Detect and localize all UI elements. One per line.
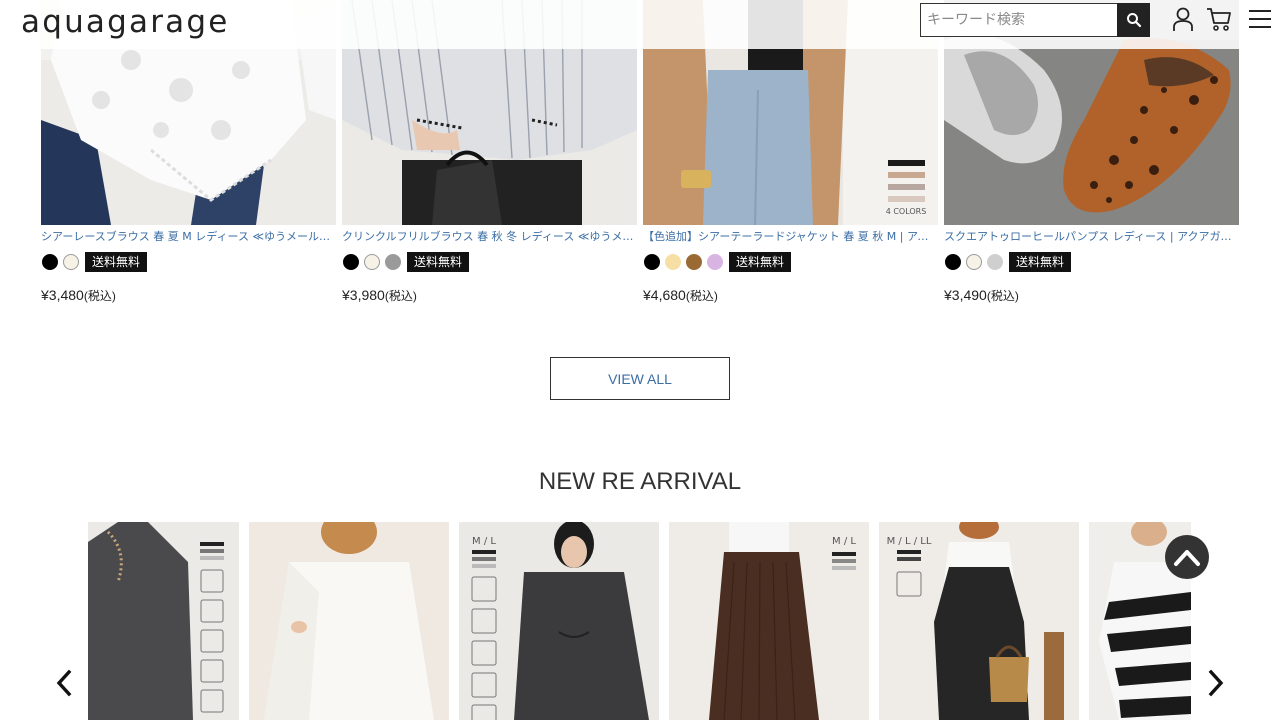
tax-label: (税込) [685,289,718,303]
color-swatch [966,254,982,270]
tax-label: (税込) [384,289,417,303]
cart-icon[interactable] [1206,6,1232,32]
price-value: ¥3,480 [41,287,84,303]
product-price: ¥3,490(税込) [944,287,1019,304]
section-title: NEW RE ARRIVAL [538,468,742,495]
color-swatch [945,254,961,270]
price-value: ¥4,680 [643,287,686,303]
search-bar [920,3,1150,37]
color-swatch [707,254,723,270]
product-price: ¥3,480(税込) [41,287,116,304]
size-tag: M / L / LL [887,536,932,547]
product-name[interactable]: 【色追加】シアーテーラードジャケット 春 夏 秋 M | アクアガ... [643,228,938,244]
color-swatch [42,254,58,270]
carousel-next-button[interactable] [1204,668,1228,698]
color-swatches: 送料無料 [343,252,470,272]
free-shipping-badge: 送料無料 [85,252,148,272]
color-swatch [987,254,1003,270]
search-button[interactable] [1117,3,1150,37]
carousel-item[interactable]: M / L [669,522,869,720]
size-tag: M / L [832,536,856,547]
search-icon [1126,13,1141,28]
color-swatch [665,254,681,270]
free-shipping-badge: 送料無料 [729,252,792,272]
color-swatch [63,254,79,270]
tax-label: (税込) [83,289,116,303]
hamburger-menu-icon[interactable] [1248,9,1272,29]
account-icon[interactable] [1171,6,1197,32]
tax-label: (税込) [986,289,1019,303]
view-all-button[interactable]: VIEW ALL [550,357,730,400]
color-swatch [644,254,660,270]
product-price: ¥3,980(税込) [342,287,417,304]
color-swatches: 送料無料 [644,252,792,272]
carousel-item[interactable] [249,522,449,720]
site-logo[interactable]: aquagarage [21,4,229,40]
product-name[interactable]: スクエアトゥローヒールパンプス レディース | アクアガレージ... [944,228,1239,244]
search-input[interactable] [920,3,1117,37]
color-swatch [343,254,359,270]
new-arrival-carousel: M / L M / L M / L / LL [88,522,1191,720]
carousel-item[interactable]: M / L / LL [879,522,1079,720]
carousel-item[interactable]: M / L [459,522,659,720]
site-header: aquagarage [0,0,1280,49]
color-swatches: 送料無料 [945,252,1072,272]
carousel-item[interactable] [88,522,239,720]
carousel-prev-button[interactable] [52,668,76,698]
color-swatch [686,254,702,270]
size-tag: M / L [472,536,496,547]
back-to-top-button[interactable] [1165,535,1209,579]
color-swatches: 送料無料 [42,252,148,272]
page: aquagarage シアーレースブラウス 春 夏 M レディース ≪ [0,0,1280,720]
chevron-up-icon [1174,550,1200,566]
color-swatch [364,254,380,270]
free-shipping-badge: 送料無料 [407,252,470,272]
product-name[interactable]: クリンクルフリルブラウス 春 秋 冬 レディース ≪ゆうメール便... [342,228,637,244]
color-count-label: 4 COLORS [886,207,927,216]
color-swatch [385,254,401,270]
free-shipping-badge: 送料無料 [1009,252,1072,272]
price-value: ¥3,980 [342,287,385,303]
product-price: ¥4,680(税込) [643,287,718,304]
price-value: ¥3,490 [944,287,987,303]
product-name[interactable]: シアーレースブラウス 春 夏 M レディース ≪ゆうメール便配送... [41,228,336,244]
